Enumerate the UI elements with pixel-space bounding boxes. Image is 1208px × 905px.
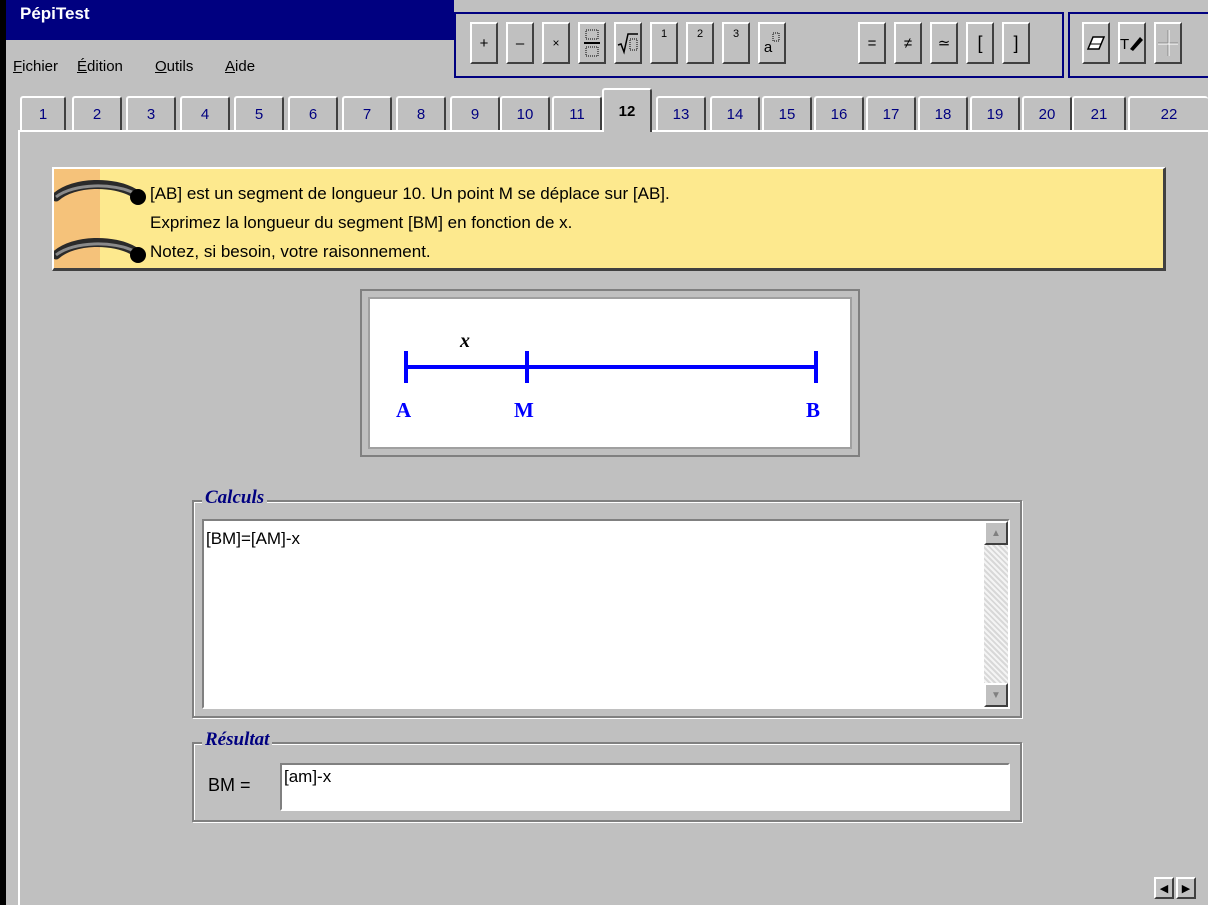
title-bar: PépiTest [6, 0, 454, 40]
menu-outils-accel: O [155, 58, 167, 75]
result-text: [am]-x [284, 767, 332, 786]
resultat-legend: Résultat [202, 729, 273, 751]
tab-22[interactable]: 22 [1128, 96, 1208, 130]
text-pen-button[interactable]: T [1118, 22, 1146, 64]
crosshair-icon [1158, 30, 1178, 56]
menu-edition[interactable]: Édition [77, 58, 123, 75]
tab-6[interactable]: 6 [288, 96, 338, 130]
label-m: M [514, 398, 534, 422]
tab-3[interactable]: 3 [126, 96, 176, 130]
label-x: x [459, 330, 470, 352]
scroll-up-icon: ▲ [991, 527, 1001, 539]
scroll-down-button[interactable]: ▼ [984, 683, 1008, 707]
window-left-border [0, 0, 6, 905]
left-arrow-icon: ◀ [1159, 882, 1169, 895]
tab-10[interactable]: 10 [500, 96, 550, 130]
minus-button[interactable]: – [506, 22, 534, 64]
question-text: [AB] est un segment de longueur 10. Un p… [150, 179, 670, 266]
menu-fichier-accel: F [13, 58, 23, 75]
menu-edition-accel: É [77, 58, 88, 75]
tab-11[interactable]: 11 [552, 96, 602, 130]
tab-20[interactable]: 20 [1022, 96, 1072, 130]
tab-9[interactable]: 9 [450, 96, 500, 130]
times-button[interactable]: × [542, 22, 570, 64]
power-n-icon [772, 32, 780, 42]
power-3-button[interactable]: 3 [722, 22, 750, 64]
tab-15[interactable]: 15 [762, 96, 812, 130]
question-line-1: [AB] est un segment de longueur 10. Un p… [150, 184, 670, 203]
question-line-3: Notez, si besoin, votre raisonnement. [150, 242, 431, 261]
menu-fichier-rest: ichier [22, 58, 59, 75]
tab-12[interactable]: 12 [602, 88, 652, 132]
svg-text:T: T [1120, 36, 1129, 53]
fraction-button[interactable] [578, 22, 606, 64]
open-bracket-button[interactable]: [ [966, 22, 994, 64]
calculs-text: [BM]=[AM]-x [206, 529, 300, 548]
tab-panel-left-edge [18, 130, 20, 905]
text-pen-icon: T [1120, 36, 1143, 53]
eraser-button[interactable] [1082, 22, 1110, 64]
menu-outils[interactable]: Outils [155, 58, 193, 75]
result-label: BM = [208, 775, 251, 795]
menu-aide-accel: A [225, 58, 236, 75]
tab-8[interactable]: 8 [396, 96, 446, 130]
question-banner: [AB] est un segment de longueur 10. Un p… [52, 167, 1166, 271]
previous-button[interactable]: ◀ [1154, 877, 1174, 899]
tab-21[interactable]: 21 [1072, 96, 1126, 130]
question-line-2: Exprimez la longueur du segment [BM] en … [150, 213, 573, 232]
close-bracket-button[interactable]: ] [1002, 22, 1030, 64]
label-a: A [396, 398, 412, 422]
tools-toolbar: T [1068, 12, 1208, 78]
eraser-icon [1086, 36, 1106, 50]
spiral-binding-icon [54, 180, 146, 263]
scroll-up-button[interactable]: ▲ [984, 521, 1008, 545]
calculs-legend: Calculs [202, 487, 268, 509]
fraction-icon [584, 29, 600, 57]
segment-diagram: x A M B [396, 330, 820, 422]
label-b: B [806, 398, 820, 422]
segment-figure: x A M B [362, 291, 858, 455]
menu-fichier[interactable]: Fichier [13, 58, 58, 75]
tab-14[interactable]: 14 [710, 96, 760, 130]
plus-button[interactable]: + [470, 22, 498, 64]
power-n-base: a [763, 39, 773, 56]
equals-button[interactable]: = [858, 22, 886, 64]
crosshair-button[interactable] [1154, 22, 1182, 64]
tab-18[interactable]: 18 [918, 96, 968, 130]
tab-5[interactable]: 5 [234, 96, 284, 130]
tab-17[interactable]: 17 [866, 96, 916, 130]
scroll-down-icon: ▼ [991, 689, 1001, 701]
power-1-button[interactable]: 1 [650, 22, 678, 64]
tab-2[interactable]: 2 [72, 96, 122, 130]
menu-outils-rest: utils [166, 58, 194, 75]
menu-aide[interactable]: Aide [225, 58, 255, 75]
result-input[interactable]: [am]-x [280, 763, 1010, 811]
right-arrow-icon: ▶ [1181, 882, 1191, 895]
not-equal-button[interactable]: ≠ [894, 22, 922, 64]
menu-aide-rest: ide [235, 58, 256, 75]
math-toolbar: + – × 1 2 3 a = ≠ ≃ [ ] [454, 12, 1064, 78]
app-window: PépiTest Fichier Édition Outils Aide + –… [0, 0, 1208, 905]
power-n-button[interactable]: a [758, 22, 786, 64]
calculs-textarea[interactable]: [BM]=[AM]-x ▲ ▼ [202, 519, 1010, 709]
tab-19[interactable]: 19 [970, 96, 1020, 130]
next-button[interactable]: ▶ [1176, 877, 1196, 899]
sqrt-icon [617, 33, 638, 55]
calculs-scrollbar[interactable]: ▲ ▼ [984, 521, 1008, 707]
power-2-button[interactable]: 2 [686, 22, 714, 64]
menu-edition-rest: dition [87, 58, 123, 75]
approx-button[interactable]: ≃ [930, 22, 958, 64]
tab-7[interactable]: 7 [342, 96, 392, 130]
tab-1[interactable]: 1 [20, 96, 66, 130]
question-tabs: 1 2 3 4 5 6 7 8 9 10 11 12 13 14 15 16 1… [6, 88, 1208, 132]
app-title: PépiTest [20, 4, 90, 23]
tab-16[interactable]: 16 [814, 96, 864, 130]
sqrt-button[interactable] [614, 22, 642, 64]
tab-13[interactable]: 13 [656, 96, 706, 130]
tab-4[interactable]: 4 [180, 96, 230, 130]
